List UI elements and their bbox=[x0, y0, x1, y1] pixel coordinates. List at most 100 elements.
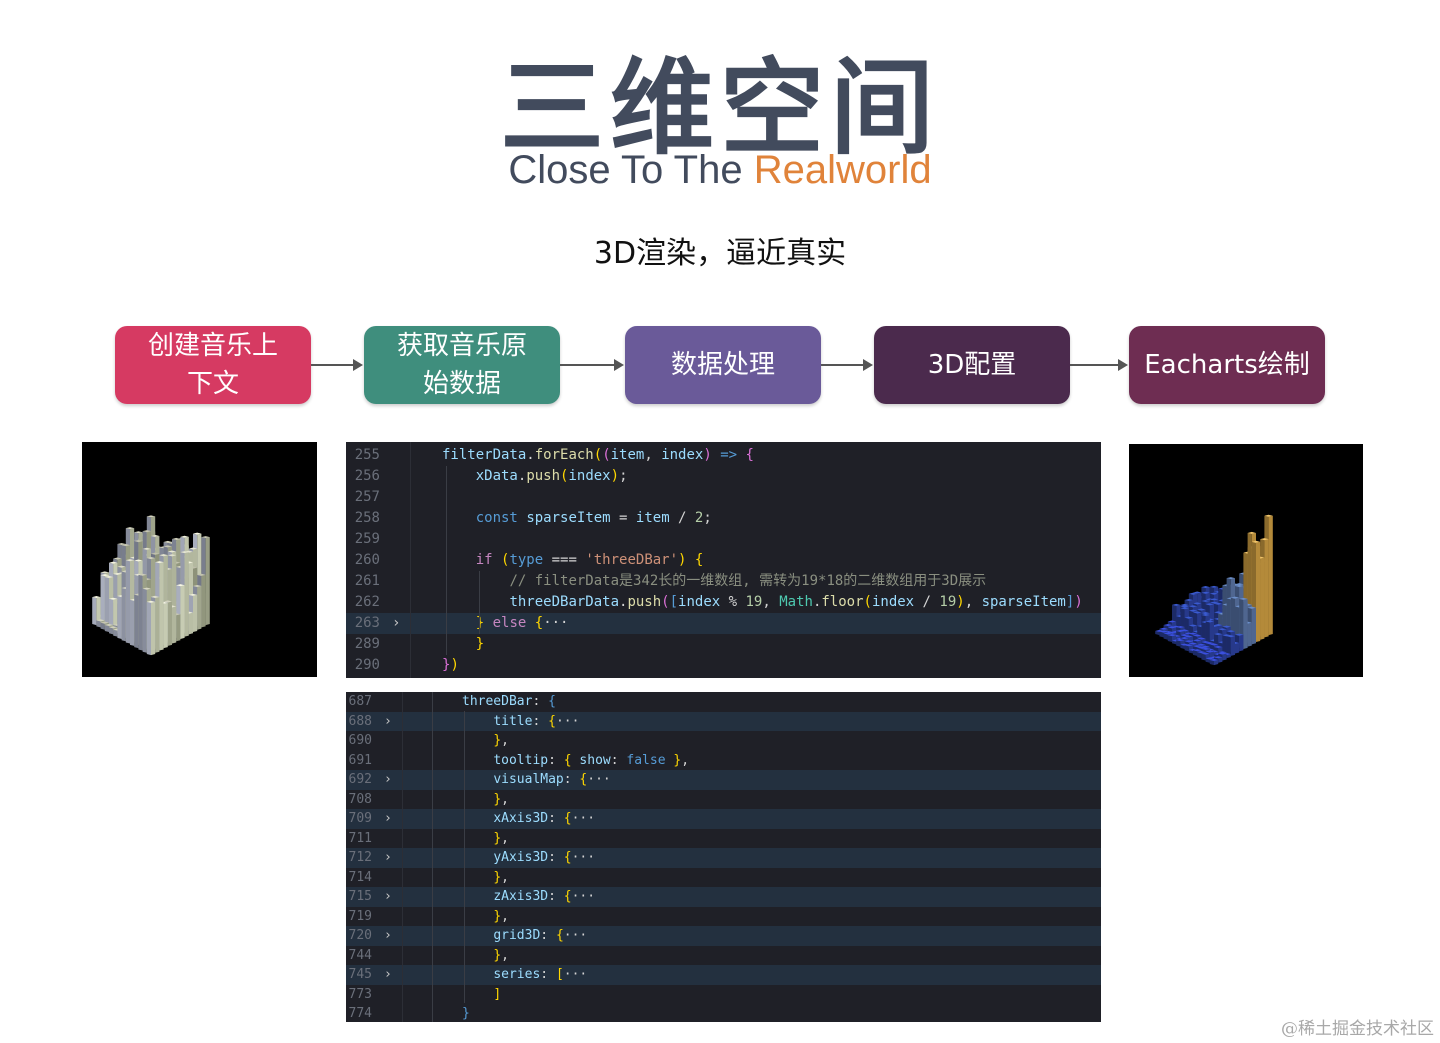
3d-bar-chart-image-left bbox=[82, 442, 317, 677]
fold-chevron-icon[interactable]: › bbox=[384, 848, 392, 868]
tagline: 3D渲染，逼近真实 bbox=[593, 236, 847, 271]
line-number: 691 bbox=[348, 752, 372, 768]
slide-subtitle: Close To The Realworld bbox=[0, 146, 1440, 194]
chart-bar bbox=[1209, 658, 1219, 666]
line-number: 773 bbox=[348, 986, 372, 1002]
code-text: }, bbox=[493, 869, 509, 885]
line-number: 259 bbox=[354, 531, 380, 547]
line-number: 745 bbox=[348, 967, 372, 982]
watermark: @稀土掘金技术社区 bbox=[1281, 1019, 1434, 1039]
indent-guide bbox=[432, 692, 433, 1022]
flow-step-get-raw-data: 获取音乐原 始数据 bbox=[364, 326, 560, 404]
code-line: 692 › visualMap: {··· bbox=[346, 770, 1101, 790]
code-line: 687 threeDBar: { bbox=[346, 692, 1101, 712]
code-text: threeDBarData.push([index % 19, Math.flo… bbox=[509, 594, 1083, 610]
line-number: 708 bbox=[348, 791, 372, 807]
subtitle-part1: Close To The bbox=[508, 148, 754, 192]
code-line: 773 ] bbox=[346, 985, 1101, 1005]
code-line: 712 › yAxis3D: {··· bbox=[346, 848, 1101, 868]
indent-guide bbox=[464, 711, 465, 1003]
code-line: 709 › xAxis3D: {··· bbox=[346, 809, 1101, 829]
code-line: 260 if (type === 'threeDBar') { bbox=[346, 550, 1101, 571]
code-line: 719 }, bbox=[346, 907, 1101, 927]
flow-step-3d-config: 3D配置 bbox=[874, 326, 1070, 404]
fold-chevron-icon[interactable]: › bbox=[384, 712, 392, 732]
code-line: 262 threeDBarData.push([index % 19, Math… bbox=[346, 592, 1101, 613]
code-line: 261 // filterData是342长的一维数组, 需转为19*18的二维… bbox=[346, 571, 1101, 592]
code-text: threeDBar: { bbox=[462, 694, 556, 709]
line-number: 690 bbox=[348, 733, 372, 748]
line-number: 744 bbox=[348, 947, 372, 963]
code-text: const sparseItem = item / 2; bbox=[475, 510, 712, 526]
code-text: yAxis3D: {··· bbox=[493, 850, 596, 865]
code-text: } bbox=[462, 1006, 470, 1021]
line-number: 258 bbox=[354, 510, 380, 526]
code-line: 690 }, bbox=[346, 731, 1101, 751]
fold-chevron-icon[interactable]: › bbox=[392, 613, 400, 634]
flow-step-echarts-render: Eacharts绘制 bbox=[1129, 326, 1325, 404]
code-text: zAxis3D: {··· bbox=[493, 889, 596, 904]
code-text: }, bbox=[493, 830, 509, 846]
line-number: 263 bbox=[354, 615, 380, 631]
line-number: 290 bbox=[354, 657, 380, 673]
code-line: 289 } bbox=[346, 634, 1101, 655]
code-line: 691 tooltip: { show: false }, bbox=[346, 751, 1101, 771]
indent-guide bbox=[446, 466, 447, 655]
flow-step-create-context: 创建音乐上 下文 bbox=[115, 326, 311, 404]
code-text: series: [··· bbox=[493, 967, 588, 982]
line-number: 256 bbox=[354, 468, 380, 484]
code-line: 290}) bbox=[346, 655, 1101, 676]
code-text: xData.push(index); bbox=[475, 468, 628, 484]
line-number: 261 bbox=[354, 573, 380, 589]
flow-step-data-processing: 数据处理 bbox=[625, 326, 821, 404]
line-number: 715 bbox=[348, 889, 372, 904]
fold-chevron-icon[interactable]: › bbox=[384, 809, 392, 829]
line-number: 714 bbox=[348, 869, 372, 885]
code-text: }, bbox=[493, 791, 509, 807]
code-line: 256 xData.push(index); bbox=[346, 466, 1101, 487]
chart-bar bbox=[1226, 635, 1235, 656]
code-text: tooltip: { show: false }, bbox=[493, 752, 690, 768]
line-number: 257 bbox=[354, 489, 380, 505]
code-line: 744 }, bbox=[346, 946, 1101, 966]
line-number: 262 bbox=[354, 594, 380, 610]
fold-chevron-icon[interactable]: › bbox=[384, 770, 392, 790]
line-number: 688 bbox=[348, 713, 372, 729]
fold-chevron-icon[interactable]: › bbox=[384, 887, 392, 907]
code-line: 714 }, bbox=[346, 868, 1101, 888]
fold-chevron-icon[interactable]: › bbox=[384, 965, 392, 985]
indent-guide bbox=[479, 571, 480, 634]
code-line: 688 › title: {··· bbox=[346, 711, 1101, 732]
code-text: } else {··· bbox=[476, 615, 569, 631]
flow-arrow bbox=[1070, 359, 1128, 371]
line-number: 711 bbox=[348, 830, 372, 846]
3d-bar-chart-image-right bbox=[1129, 444, 1363, 677]
code-panel-threedbar-config: 687 threeDBar: {688 › title: {··· 690 }, 691… bbox=[346, 692, 1101, 1022]
code-line: 259 bbox=[346, 529, 1101, 550]
code-text: grid3D: {··· bbox=[493, 928, 588, 943]
code-text: xAxis3D: {··· bbox=[493, 811, 596, 826]
line-number: 260 bbox=[354, 552, 380, 568]
code-panel-filter-data: 255 filterData.forEach((item, index) => {… bbox=[346, 442, 1101, 678]
line-number: 289 bbox=[354, 636, 380, 652]
code-line: 720 › grid3D: {··· bbox=[346, 926, 1101, 946]
code-line: 263 › } else {··· bbox=[346, 613, 1101, 634]
line-number: 719 bbox=[348, 908, 372, 924]
line-number: 255 bbox=[354, 447, 380, 463]
fold-chevron-icon[interactable]: › bbox=[384, 926, 392, 946]
code-line: 258 const sparseItem = item / 2; bbox=[346, 508, 1101, 529]
code-text: }, bbox=[493, 947, 509, 963]
line-number: 687 bbox=[348, 694, 372, 709]
code-line: 745 › series: [··· bbox=[346, 965, 1101, 985]
chart-bar bbox=[146, 600, 156, 656]
line-number: 712 bbox=[348, 850, 372, 865]
flow-arrow bbox=[821, 359, 873, 371]
code-text: } bbox=[475, 636, 485, 652]
flow-arrow bbox=[311, 359, 363, 371]
line-number: 774 bbox=[348, 1006, 372, 1021]
flow-arrow bbox=[560, 359, 624, 371]
code-text: visualMap: {··· bbox=[493, 772, 611, 787]
code-text: title: {··· bbox=[493, 713, 580, 729]
line-number: 692 bbox=[348, 772, 372, 787]
code-line: 708 }, bbox=[346, 790, 1101, 810]
